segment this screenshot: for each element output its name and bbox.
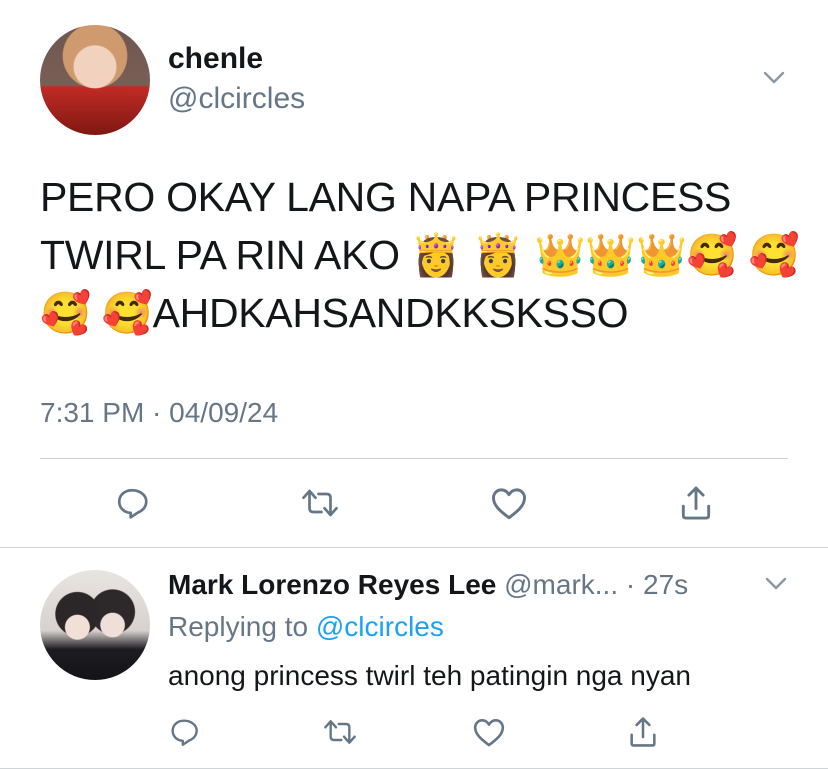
replying-to-line: Replying to @clcircles — [168, 611, 444, 643]
share-icon[interactable] — [626, 714, 660, 750]
reply-icon[interactable] — [167, 716, 201, 748]
like-icon[interactable] — [471, 716, 507, 748]
chevron-down-icon[interactable] — [763, 71, 785, 85]
replying-to-label: Replying to — [168, 611, 309, 642]
reply-text: anong princess twirl teh patingin nga ny… — [168, 660, 692, 691]
reply-author-display-name[interactable]: Mark Lorenzo Reyes Lee — [168, 569, 496, 600]
author-display-name[interactable]: chenle — [168, 42, 263, 76]
retweet-icon[interactable] — [298, 485, 342, 521]
replying-to-link[interactable]: @clcircles — [316, 611, 444, 642]
reply-header: Mark Lorenzo Reyes Lee @mark... · 27s — [168, 569, 688, 601]
chevron-down-icon[interactable] — [765, 577, 787, 591]
reply-icon[interactable] — [113, 485, 151, 521]
tweet-timestamp[interactable]: 7:31 PM · 04/09/24 — [40, 397, 278, 429]
retweet-icon[interactable] — [320, 716, 360, 748]
reply-time[interactable]: · 27s — [626, 569, 688, 600]
divider — [0, 547, 828, 548]
author-avatar[interactable] — [40, 25, 150, 135]
reply-author-handle[interactable]: @mark... — [504, 569, 618, 600]
share-icon[interactable] — [677, 483, 715, 523]
reply-author-avatar[interactable] — [40, 570, 150, 680]
tweet-text: PERO OKAY LANG NAPA PRINCESS TWIRL PA RI… — [40, 174, 800, 336]
like-icon[interactable] — [489, 485, 529, 521]
divider — [40, 458, 788, 459]
author-handle[interactable]: @clcircles — [168, 82, 305, 116]
